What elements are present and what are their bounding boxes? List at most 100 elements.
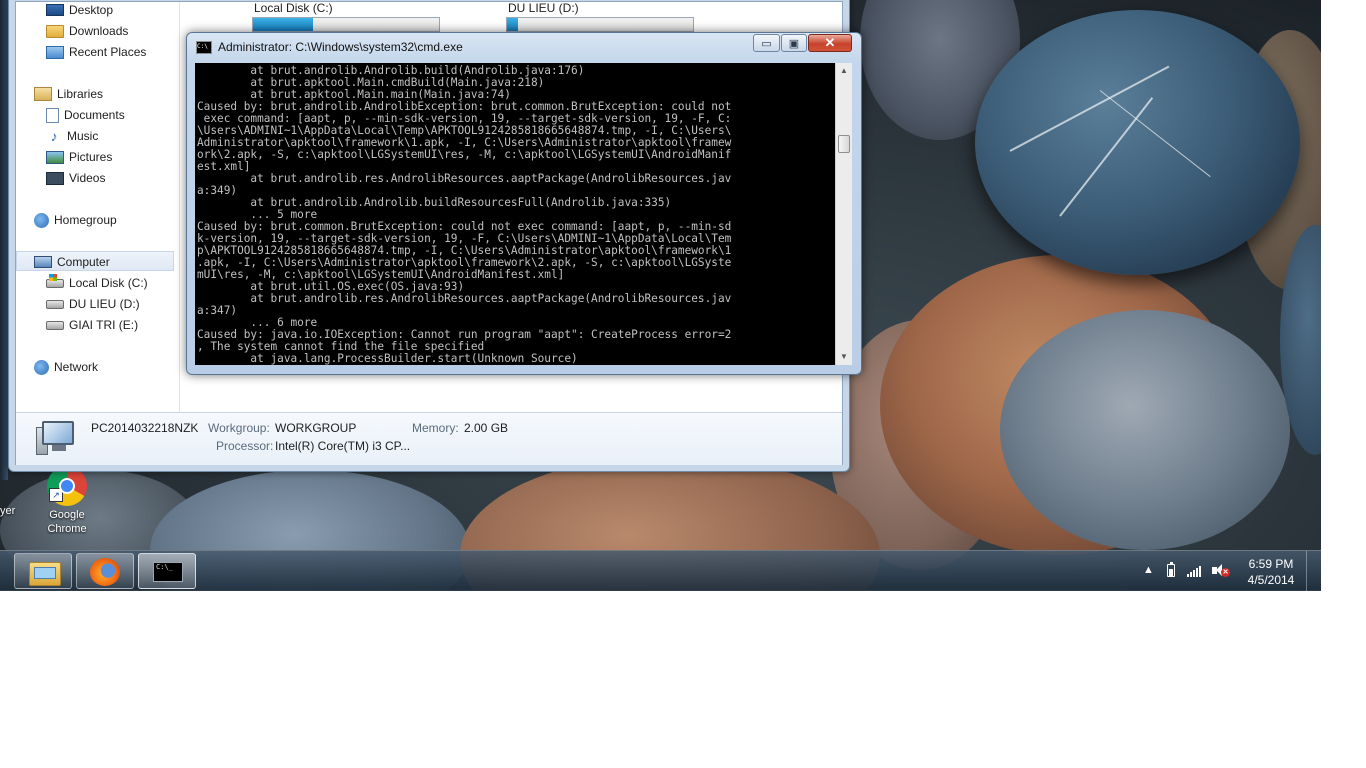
volume-muted-icon[interactable]: ✕: [1212, 564, 1230, 578]
folder-icon: [29, 562, 61, 586]
console-output-text: at brut.androlib.Androlib.build(Androlib…: [197, 64, 732, 365]
processor-label: Processor:: [216, 439, 274, 453]
cmd-titlebar[interactable]: C:\ Administrator: C:\Windows\system32\c…: [187, 33, 861, 61]
nav-item-pictures[interactable]: Pictures: [46, 147, 112, 167]
taskbar: C:\_ ▲ ✕ 6:59 PM 4/5/2014: [0, 550, 1321, 591]
nav-label: Libraries: [57, 87, 104, 101]
nav-item-libraries[interactable]: Libraries: [34, 84, 103, 104]
videos-icon: [46, 171, 64, 185]
nav-label: Recent Places: [69, 45, 147, 59]
processor-value: Intel(R) Core(TM) i3 CP...: [275, 439, 411, 453]
nav-label: Homegroup: [54, 213, 117, 227]
maximize-button[interactable]: ▣: [781, 34, 807, 52]
wallpaper-stone: [1000, 310, 1290, 550]
scrollbar-thumb[interactable]: [838, 135, 850, 153]
minimize-icon: ▭: [761, 37, 772, 50]
shortcut-arrow-icon: ↗: [49, 488, 63, 502]
taskbar-cmd-button[interactable]: C:\_: [138, 553, 196, 589]
recent-places-icon: [46, 45, 64, 59]
show-desktop-button[interactable]: [1306, 551, 1322, 591]
nav-label: Music: [67, 129, 99, 143]
partial-desktop-icon-label: yer: [0, 505, 16, 517]
computer-icon: [36, 421, 76, 455]
clock-date: 4/5/2014: [1247, 573, 1295, 587]
memory-label: Memory:: [412, 421, 459, 435]
chrome-label: Google Chrome: [47, 509, 87, 535]
system-clock[interactable]: 6:59 PM 4/5/2014: [1240, 556, 1302, 588]
drive-usage-fill: [507, 18, 519, 31]
network-icon: [34, 359, 49, 375]
close-button[interactable]: ✕: [808, 34, 852, 52]
nav-label: Documents: [64, 108, 125, 122]
drive-tile-d[interactable]: DU LIEU (D:): [464, 1, 694, 34]
nav-item-videos[interactable]: Videos: [46, 168, 105, 188]
nav-label: Network: [54, 360, 99, 374]
nav-item-computer[interactable]: Computer: [34, 252, 110, 272]
console-output-area[interactable]: at brut.androlib.Androlib.build(Androlib…: [195, 63, 835, 365]
close-icon: ✕: [824, 35, 836, 50]
nav-label: Local Disk (C:): [69, 276, 148, 290]
pc-stand-shape: [52, 445, 66, 451]
workgroup-label: Workgroup:: [208, 421, 270, 435]
drive-tile-c[interactable]: Local Disk (C:): [210, 1, 440, 34]
console-scrollbar[interactable]: ▲ ▼: [835, 63, 852, 365]
memory-value: 2.00 GB: [464, 421, 509, 435]
pc-monitor-shape: [42, 421, 74, 445]
nav-item-homegroup[interactable]: Homegroup: [34, 210, 117, 230]
system-drive-icon: [46, 273, 64, 288]
nav-label: Desktop: [69, 3, 114, 17]
nav-label: Downloads: [69, 24, 129, 38]
downloads-folder-icon: [46, 24, 64, 38]
drive-usage-fill: [253, 18, 313, 31]
desktop-icon: [46, 4, 64, 16]
scroll-down-arrow-icon[interactable]: ▼: [836, 349, 852, 365]
nav-item-network[interactable]: Network: [34, 357, 98, 377]
nav-label: Pictures: [69, 150, 113, 164]
nav-item-giai-tri-e[interactable]: GIAI TRI (E:): [46, 315, 138, 335]
drive-label: Local Disk (C:): [254, 1, 333, 15]
nav-item-local-disk-c[interactable]: Local Disk (C:): [46, 273, 148, 293]
firefox-icon: [90, 558, 120, 586]
nav-item-desktop[interactable]: Desktop: [46, 0, 113, 20]
minimize-button[interactable]: ▭: [753, 34, 780, 52]
nav-item-recent-places[interactable]: Recent Places: [46, 42, 146, 62]
navigation-pane: Desktop Downloads Recent Places Librarie…: [16, 2, 180, 412]
chrome-icon: ↗: [47, 466, 87, 506]
drive-label: DU LIEU (D:): [508, 1, 579, 15]
music-note-icon: ♪: [50, 128, 58, 144]
nav-label: GIAI TRI (E:): [69, 318, 139, 332]
computer-icon: [34, 256, 52, 268]
network-signal-icon[interactable]: [1187, 565, 1203, 577]
signal-bar: [1196, 568, 1198, 577]
partial-window-edge: [0, 0, 8, 480]
nav-item-du-lieu-d[interactable]: DU LIEU (D:): [46, 294, 140, 314]
clock-time: 6:59 PM: [1248, 557, 1294, 571]
nav-item-music[interactable]: ♪ Music: [46, 126, 99, 146]
details-pane: PC2014032218NZK Workgroup: WORKGROUP Mem…: [16, 412, 842, 465]
taskbar-windows-explorer-button[interactable]: [14, 553, 72, 589]
nav-label: Videos: [69, 171, 106, 185]
libraries-icon: [34, 87, 52, 101]
mute-x-icon: ✕: [1221, 568, 1230, 577]
google-chrome-shortcut[interactable]: ↗ Google Chrome: [38, 466, 96, 536]
pictures-icon: [46, 150, 64, 164]
cmd-window[interactable]: C:\ Administrator: C:\Windows\system32\c…: [186, 32, 862, 375]
show-hidden-icons-arrow[interactable]: ▲: [1143, 564, 1154, 576]
nav-label: Computer: [57, 255, 110, 269]
cmd-app-icon: C:\: [196, 41, 212, 54]
nav-label: DU LIEU (D:): [69, 297, 140, 311]
signal-bar: [1187, 574, 1189, 577]
signal-bar: [1190, 572, 1192, 577]
battery-icon[interactable]: [1167, 562, 1175, 577]
cmd-title: Administrator: C:\Windows\system32\cmd.e…: [218, 40, 463, 54]
nav-item-documents[interactable]: Documents: [46, 105, 125, 125]
taskbar-firefox-button[interactable]: [76, 553, 134, 589]
scroll-up-arrow-icon[interactable]: ▲: [836, 63, 852, 79]
drive-icon: [46, 320, 64, 330]
nav-item-downloads[interactable]: Downloads: [46, 21, 128, 41]
drive-usage-bar: [252, 17, 440, 32]
homegroup-icon: [34, 212, 49, 228]
drive-icon: [46, 299, 64, 309]
drive-usage-bar: [506, 17, 694, 32]
documents-icon: [46, 107, 59, 123]
